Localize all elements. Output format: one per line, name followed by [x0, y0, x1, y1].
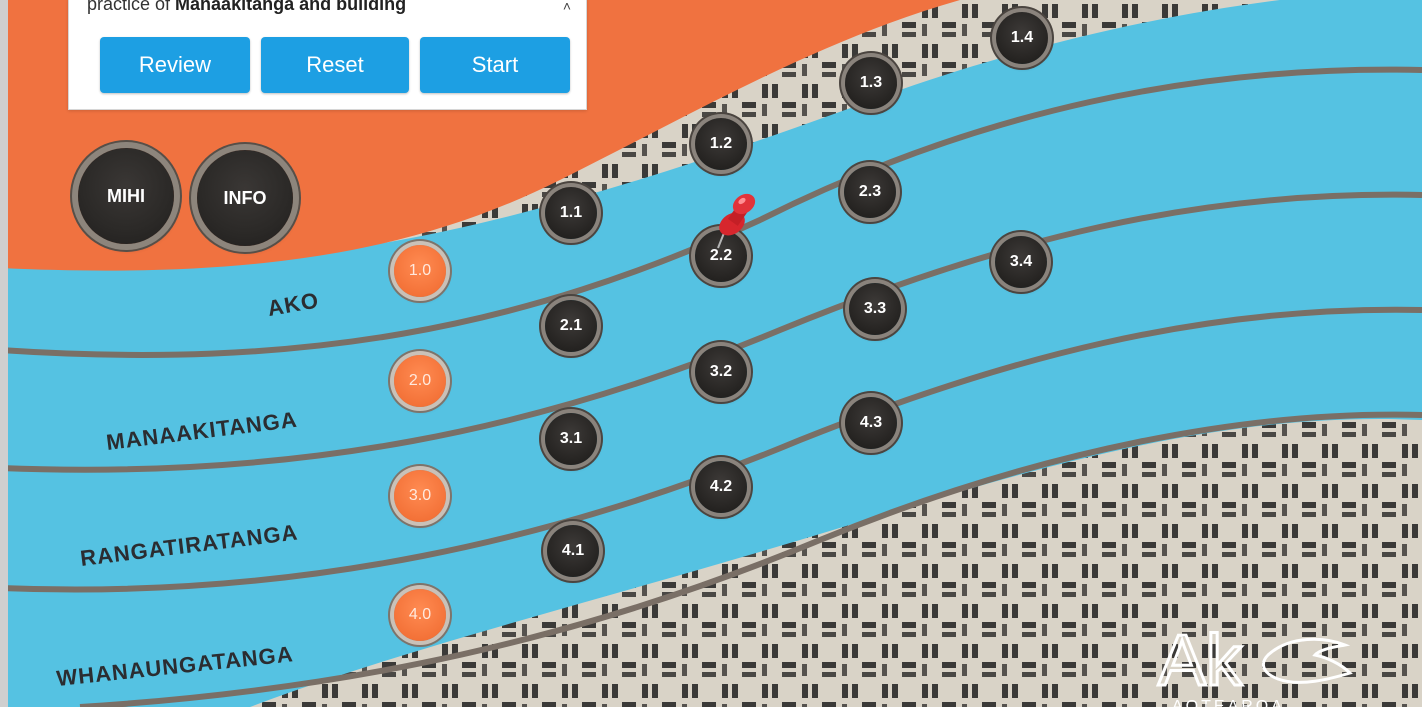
left-edge [0, 0, 8, 707]
ako-aotearoa-logo: Ak AOTEAROA [1150, 615, 1370, 707]
node-4-1[interactable]: 4.1 [547, 525, 599, 577]
ako-map-stage: practice of Manaakitanga and building ˄ … [0, 0, 1422, 707]
svg-text:Ak: Ak [1158, 621, 1243, 701]
mihi-button[interactable]: MIHI [78, 148, 174, 244]
node-2-0[interactable]: 2.0 [394, 355, 446, 407]
node-2-3[interactable]: 2.3 [844, 166, 896, 218]
node-1-0[interactable]: 1.0 [394, 245, 446, 297]
node-3-4[interactable]: 3.4 [995, 236, 1047, 288]
node-3-1[interactable]: 3.1 [545, 413, 597, 465]
description-prefix: practice of [87, 0, 176, 14]
review-button[interactable]: Review [100, 37, 250, 93]
node-4-0[interactable]: 4.0 [394, 589, 446, 641]
node-3-2[interactable]: 3.2 [695, 346, 747, 398]
activity-description: practice of Manaakitanga and building [87, 0, 547, 31]
node-4-2[interactable]: 4.2 [695, 461, 747, 513]
description-bold: Manaakitanga and building [175, 0, 407, 14]
activity-panel: practice of Manaakitanga and building ˄ … [68, 0, 587, 110]
node-4-3[interactable]: 4.3 [845, 397, 897, 449]
scroll-up-icon[interactable]: ˄ [554, 0, 580, 19]
start-button[interactable]: Start [420, 37, 570, 93]
node-1-3[interactable]: 1.3 [845, 57, 897, 109]
node-1-4[interactable]: 1.4 [996, 12, 1048, 64]
node-3-0[interactable]: 3.0 [394, 470, 446, 522]
node-1-2[interactable]: 1.2 [695, 118, 747, 170]
info-button[interactable]: INFO [197, 150, 293, 246]
node-3-3[interactable]: 3.3 [849, 283, 901, 335]
push-pin-icon[interactable] [712, 190, 762, 250]
node-1-1[interactable]: 1.1 [545, 187, 597, 239]
logo-subtext: AOTEAROA [1172, 698, 1285, 707]
node-2-1[interactable]: 2.1 [545, 300, 597, 352]
reset-button[interactable]: Reset [261, 37, 409, 93]
